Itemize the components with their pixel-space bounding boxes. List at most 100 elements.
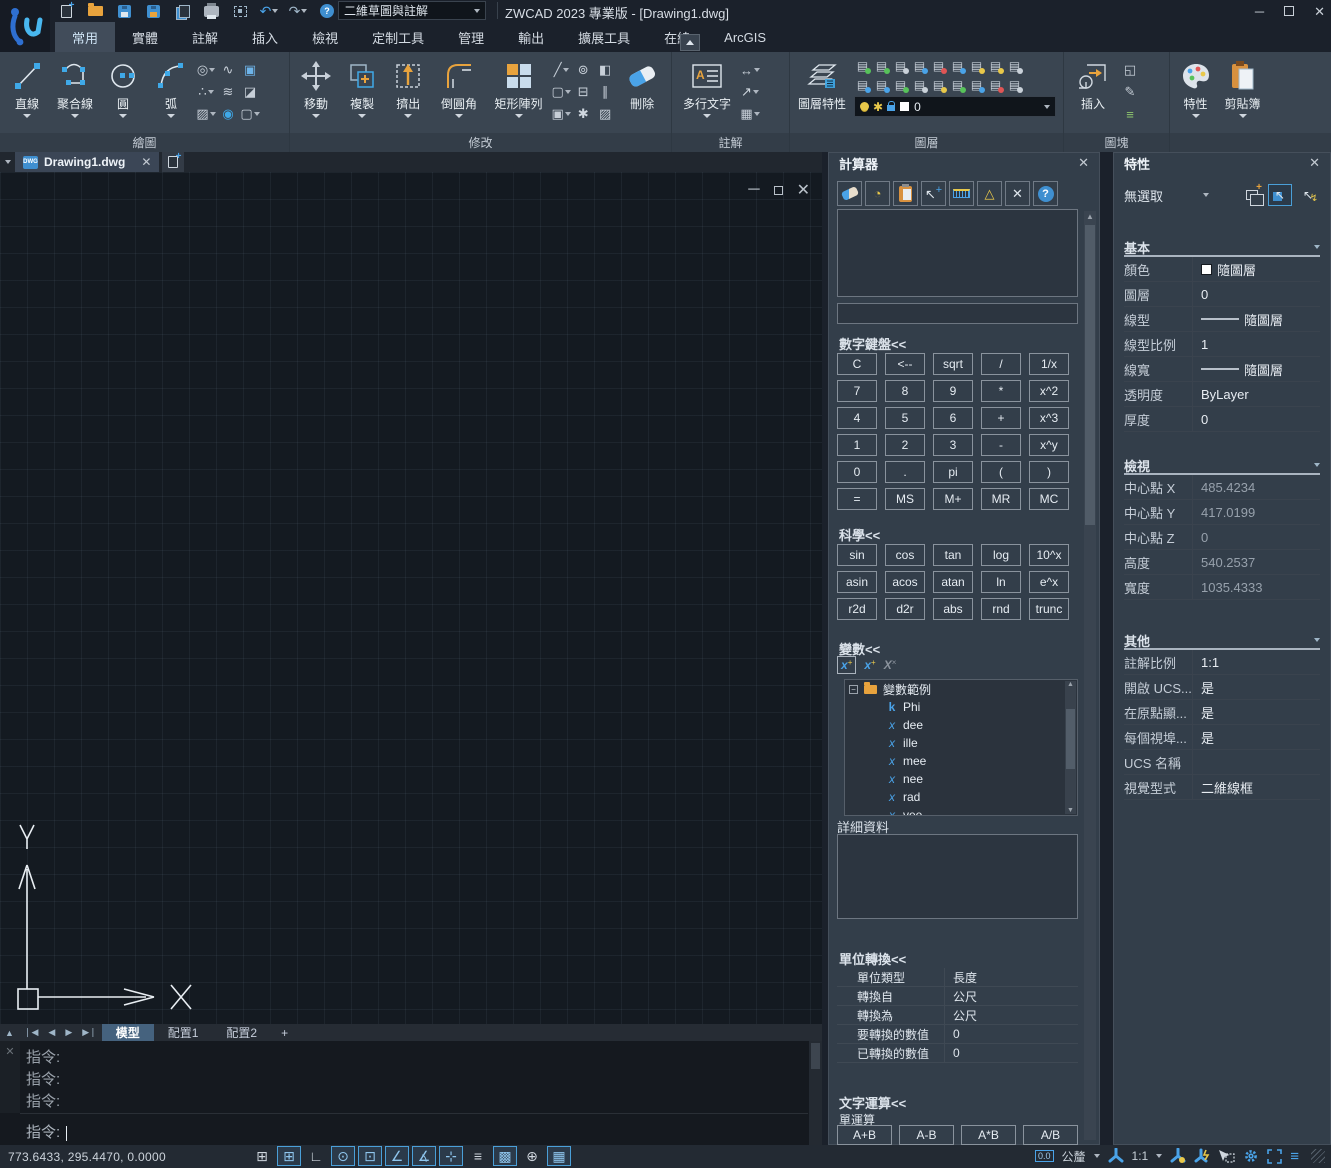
units-section-label[interactable]: 單位轉換<< xyxy=(839,949,906,968)
donut-icon[interactable]: ◉ xyxy=(218,104,238,124)
app-logo[interactable] xyxy=(0,0,50,52)
ellipse-icon[interactable]: ◎ xyxy=(196,60,216,80)
ortho-toggle[interactable]: ∟ xyxy=(304,1146,328,1166)
scientific-key[interactable]: asin xyxy=(837,571,877,593)
help-button[interactable]: ? xyxy=(316,1,338,21)
text-op-button[interactable]: A-B xyxy=(899,1125,954,1145)
layout-tab[interactable]: 配置2 xyxy=(212,1024,271,1041)
calculator-key[interactable]: 9 xyxy=(933,380,973,402)
explode-icon[interactable]: ✱ xyxy=(573,104,593,124)
quick-select-button[interactable] xyxy=(1240,184,1264,206)
unit-row[interactable]: 單位類型 長度 xyxy=(837,968,1078,987)
property-row[interactable]: 線寬 隨圖層 xyxy=(1124,357,1320,382)
linear-dimension-icon[interactable]: ↔ xyxy=(740,60,760,80)
property-row[interactable]: 厚度 0 xyxy=(1124,407,1320,432)
ribbon-tab[interactable]: 註解 xyxy=(175,22,235,52)
property-row[interactable]: 中心點 Z 0 xyxy=(1124,525,1320,550)
save-button[interactable] xyxy=(113,1,135,21)
resize-grip[interactable] xyxy=(1311,1149,1325,1163)
save-as-button[interactable] xyxy=(142,1,164,21)
doc-minimize-button[interactable]: ─ xyxy=(748,181,759,199)
cycle-select-toggle[interactable]: ⊕ xyxy=(520,1146,544,1166)
drawing-canvas[interactable]: ─ ✕ xyxy=(0,172,822,1024)
scientific-key[interactable]: cos xyxy=(885,544,925,566)
edit-attributes-icon[interactable]: ✎ xyxy=(1120,82,1140,102)
edit-variable-button[interactable]: x+ xyxy=(864,658,875,672)
property-row[interactable]: 高度 540.2537 xyxy=(1124,550,1320,575)
paste-to-command-button[interactable] xyxy=(893,181,918,206)
property-row[interactable]: 中心點 X 485.4234 xyxy=(1124,475,1320,500)
scientific-key[interactable]: acos xyxy=(885,571,925,593)
calculator-key[interactable]: 2 xyxy=(885,434,925,456)
unit-row[interactable]: 已轉換的數值 0 xyxy=(837,1044,1078,1063)
quick-properties-toggle[interactable]: ▦ xyxy=(547,1146,571,1166)
property-row[interactable]: 中心點 Y 417.0199 xyxy=(1124,500,1320,525)
variable-row[interactable]: x mee xyxy=(845,752,1077,770)
scale-dropdown-icon[interactable] xyxy=(1156,1154,1162,1158)
rotate-icon[interactable]: ▣ xyxy=(551,104,571,124)
layer-tool-icon[interactable]: ▤ xyxy=(949,56,966,75)
dynamic-ucs-toggle[interactable]: ∡ xyxy=(412,1146,436,1166)
chevron-down-icon[interactable] xyxy=(1203,193,1209,197)
details-box[interactable] xyxy=(837,834,1078,919)
scientific-key[interactable]: log xyxy=(981,544,1021,566)
minimize-button[interactable]: ─ xyxy=(1255,5,1264,18)
layer-tool-icon[interactable]: ▤ xyxy=(1006,75,1023,94)
clear-button[interactable] xyxy=(837,181,862,206)
text-op-button[interactable]: A*B xyxy=(961,1125,1016,1145)
circle-button[interactable]: 圓 xyxy=(100,56,146,132)
calculator-key[interactable]: 7 xyxy=(837,380,877,402)
layer-tool-icon[interactable]: ▤ xyxy=(930,75,947,94)
batch-plot-button[interactable] xyxy=(171,1,193,21)
ribbon-tab[interactable]: 定制工具 xyxy=(355,22,441,52)
ribbon-collapse-button[interactable] xyxy=(680,34,700,51)
textops-section-label[interactable]: 文字運算<< xyxy=(839,1093,906,1112)
ribbon-tab[interactable]: 插入 xyxy=(235,22,295,52)
scientific-key[interactable]: 10^x xyxy=(1029,544,1069,566)
fullscreen-icon[interactable] xyxy=(1267,1149,1282,1164)
add-layout-button[interactable]: + xyxy=(271,1024,298,1041)
calculator-key[interactable]: ) xyxy=(1029,461,1069,483)
align-icon[interactable]: ⊟ xyxy=(573,82,593,102)
annotation-scale-icon[interactable] xyxy=(1108,1148,1124,1164)
doc-close-button[interactable]: ✕ xyxy=(797,180,810,200)
calculator-key[interactable]: - xyxy=(981,434,1021,456)
property-row[interactable]: 透明度 ByLayer xyxy=(1124,382,1320,407)
unit-format-icon[interactable]: 0.0 xyxy=(1035,1150,1054,1162)
leader-icon[interactable]: ↗ xyxy=(740,82,760,102)
property-row[interactable]: 線型比例 1 xyxy=(1124,332,1320,357)
calculator-key[interactable]: x^2 xyxy=(1029,380,1069,402)
history-button[interactable]: ◔ xyxy=(865,181,890,206)
calculator-scrollbar[interactable]: ▲ xyxy=(1084,211,1096,1140)
calculator-key[interactable]: 8 xyxy=(885,380,925,402)
variables-tree[interactable]: − 變數範例 k Phi x dee x ille xyxy=(844,679,1078,816)
calculator-close-icon[interactable]: ✕ xyxy=(1078,155,1089,171)
erase-button[interactable]: 刪除 xyxy=(617,56,667,132)
collapse-icon[interactable]: − xyxy=(849,685,858,694)
command-line-panel[interactable]: ✕ 指令:指令:指令: 指令: xyxy=(0,1041,822,1145)
layer-tool-icon[interactable]: ▤ xyxy=(1006,56,1023,75)
layer-properties-button[interactable]: 圖層特性 xyxy=(794,56,850,132)
workspace-combo[interactable]: 二維草圖與註解 xyxy=(338,1,486,20)
undo-button[interactable]: ↶ xyxy=(258,1,280,21)
selection-combo[interactable]: 無選取 xyxy=(1124,186,1163,205)
first-layout-icon[interactable]: ❘◀ xyxy=(19,1024,43,1041)
unit-label[interactable]: 公釐 xyxy=(1062,1148,1086,1165)
revision-cloud-icon[interactable]: ≋ xyxy=(218,82,238,102)
grid-display-toggle[interactable]: ⊞ xyxy=(250,1146,274,1166)
property-row[interactable]: 每個視埠... 是 xyxy=(1124,725,1320,750)
unit-row[interactable]: 轉換為 公尺 xyxy=(837,1006,1078,1025)
polyline-button[interactable]: 聚合線 xyxy=(52,56,98,132)
layer-tool-icon[interactable]: ▤ xyxy=(873,75,890,94)
selection-cycling-icon[interactable] xyxy=(1218,1149,1235,1164)
object-snap-toggle[interactable]: ⊡ xyxy=(358,1146,382,1166)
calculator-key[interactable]: MC xyxy=(1029,488,1069,510)
property-row[interactable]: UCS 名稱 xyxy=(1124,750,1320,775)
print-button[interactable] xyxy=(200,1,222,21)
new-variable-button[interactable]: x+ xyxy=(837,656,856,674)
plot-preview-button[interactable] xyxy=(229,1,251,21)
measure-angle-button[interactable]: △ xyxy=(977,181,1002,206)
attribute-manager-icon[interactable]: ≡ xyxy=(1120,104,1140,124)
open-file-button[interactable] xyxy=(84,1,106,21)
layer-tool-icon[interactable]: ▤ xyxy=(968,75,985,94)
